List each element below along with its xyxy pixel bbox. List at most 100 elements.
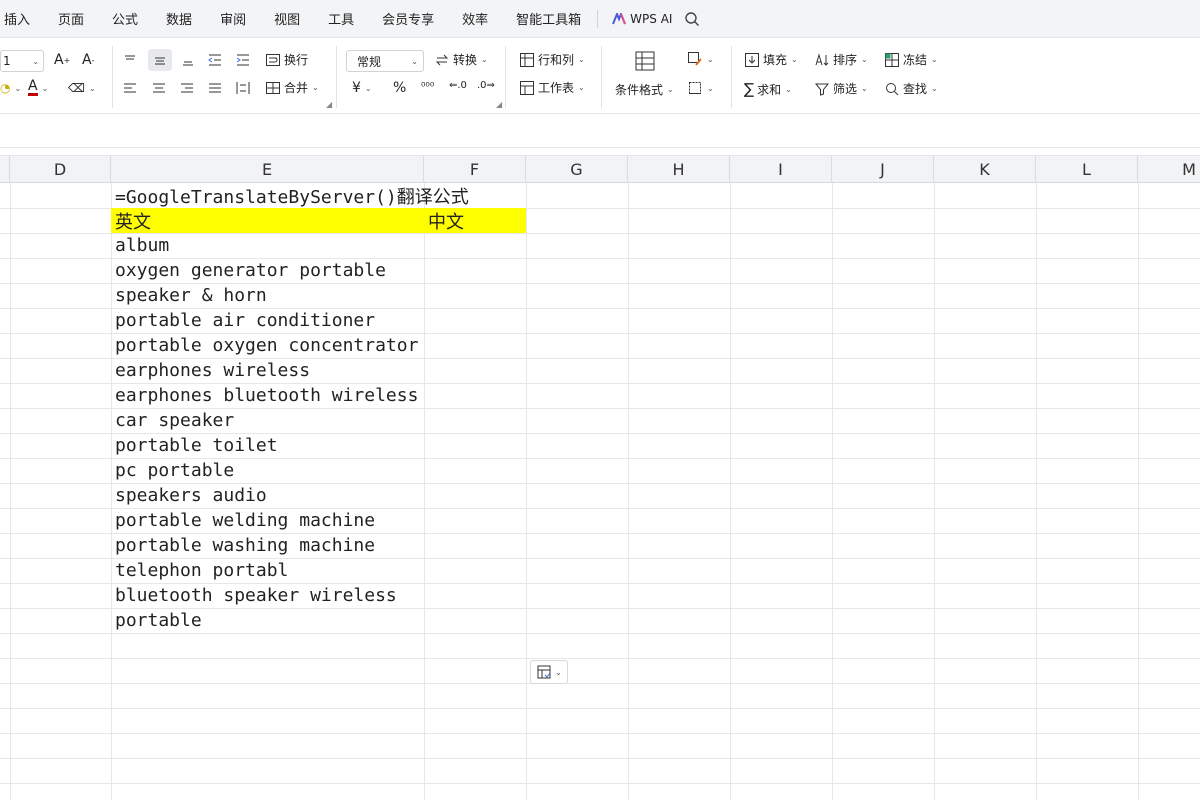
column-header-d[interactable]: D xyxy=(10,156,111,183)
wrap-text-label: 换行 xyxy=(284,53,309,67)
sum-button[interactable]: ∑ 求和 ⌄ xyxy=(744,80,792,98)
column-header-e[interactable]: E xyxy=(111,156,424,183)
menu-view[interactable]: 视图 xyxy=(260,9,314,28)
sort-button[interactable]: 排序 ⌄ xyxy=(814,51,868,68)
menu-smart-toolbox[interactable]: 智能工具箱 xyxy=(502,9,595,28)
fill-button[interactable]: 填充 ⌄ xyxy=(744,51,798,68)
english-term-cell[interactable]: portable toilet xyxy=(111,433,531,458)
english-term-cell[interactable]: speakers audio xyxy=(111,483,531,508)
increase-font-button[interactable]: A + xyxy=(54,52,70,68)
ribbon-divider xyxy=(731,46,732,108)
wps-ai-logo-icon xyxy=(612,12,627,24)
column-header-m[interactable]: M xyxy=(1138,156,1200,183)
menu-formula[interactable]: 公式 xyxy=(98,9,152,28)
convert-icon xyxy=(435,54,449,65)
chevron-down-icon: ⌄ xyxy=(555,667,562,677)
english-term-cell[interactable]: earphones wireless xyxy=(111,358,531,383)
thousands-button[interactable]: ⁰⁰⁰ xyxy=(421,80,434,93)
border-button[interactable]: ⌄ xyxy=(687,80,714,96)
rows-cols-icon xyxy=(520,52,534,67)
column-header-f[interactable]: F xyxy=(424,156,526,183)
cell-style-button[interactable]: ⌄ xyxy=(687,51,714,67)
font-color-button[interactable]: A ⌄ xyxy=(28,79,48,96)
column-header-k[interactable]: K xyxy=(934,156,1036,183)
eraser-icon: ⌫ xyxy=(68,81,85,95)
merge-button[interactable]: 合并 ⌄ xyxy=(265,79,319,96)
expand-corner-icon[interactable]: ◢ xyxy=(326,100,332,109)
find-icon xyxy=(886,82,899,95)
column-header-h[interactable]: H xyxy=(628,156,730,183)
align-middle-button[interactable] xyxy=(148,49,172,71)
wps-ai-button[interactable]: WPS AI xyxy=(606,12,678,26)
english-term-cell[interactable]: car speaker xyxy=(111,408,531,433)
highlight-button[interactable]: ◔ ⌄ xyxy=(0,81,21,95)
column-header-g[interactable]: G xyxy=(526,156,628,183)
english-term-cell[interactable]: portable oxygen concentrator xyxy=(111,333,531,358)
header-english-cell[interactable]: 英文 xyxy=(111,208,424,233)
cond-format-button[interactable]: 条件格式 ⌄ xyxy=(615,81,674,98)
menu-insert[interactable]: 插入 xyxy=(0,9,44,28)
english-term-cell[interactable]: earphones bluetooth wireless xyxy=(111,383,531,408)
currency-button[interactable]: ¥ ⌄ xyxy=(352,80,372,96)
increase-decimal-button[interactable]: ⇐.0 xyxy=(449,80,467,91)
expand-corner-icon[interactable]: ◢ xyxy=(496,100,502,109)
percent-button[interactable]: % xyxy=(393,80,406,96)
grid-line xyxy=(0,683,1200,684)
search-icon[interactable] xyxy=(684,11,700,27)
cond-format-icon-button[interactable] xyxy=(634,50,656,72)
worksheet-button[interactable]: 工作表 ⌄ xyxy=(519,79,585,96)
percent-icon: % xyxy=(393,80,407,96)
english-term-cell[interactable]: album xyxy=(111,233,531,258)
align-bottom-button[interactable] xyxy=(180,52,196,68)
font-size-select[interactable]: 1 ⌄ xyxy=(0,50,44,72)
decrease-indent-button[interactable] xyxy=(207,52,223,68)
chevron-down-icon: ⌄ xyxy=(931,55,938,64)
sum-label: 求和 xyxy=(757,82,782,97)
column-header-l[interactable]: L xyxy=(1036,156,1138,183)
menu-efficiency[interactable]: 效率 xyxy=(448,9,502,28)
grid-line xyxy=(1138,183,1139,800)
column-header-c-partial[interactable] xyxy=(0,156,10,183)
english-term-cell[interactable]: portable washing machine xyxy=(111,533,531,558)
freeze-button[interactable]: 冻结 ⌄ xyxy=(884,51,938,68)
convert-label: 转换 xyxy=(453,53,478,67)
increase-indent-button[interactable] xyxy=(235,52,251,68)
convert-button[interactable]: 转换 ⌄ xyxy=(434,51,488,68)
english-term-cell[interactable]: portable air conditioner xyxy=(111,308,531,333)
menu-page[interactable]: 页面 xyxy=(44,9,98,28)
menu-data[interactable]: 数据 xyxy=(152,9,206,28)
english-term-cell[interactable]: pc portable xyxy=(111,458,531,483)
clear-format-button[interactable]: ⌫ ⌄ xyxy=(68,81,96,95)
formula-bar[interactable] xyxy=(0,114,1200,148)
decrease-font-button[interactable]: A- xyxy=(82,52,94,68)
number-format-select[interactable]: 常规 ⌄ xyxy=(346,50,424,72)
find-button[interactable]: 查找 ⌄ xyxy=(884,80,938,97)
spreadsheet-grid[interactable]: =GoogleTranslateByServer()翻译公式 英文 中文 alb… xyxy=(0,183,1200,800)
english-term-cell[interactable]: speaker & horn xyxy=(111,283,531,308)
column-header-i[interactable]: I xyxy=(730,156,832,183)
english-term-cell[interactable]: oxygen generator portable xyxy=(111,258,531,283)
chevron-down-icon: ⌄ xyxy=(312,83,319,92)
formula-note-cell[interactable]: =GoogleTranslateByServer()翻译公式 xyxy=(111,183,531,208)
decrease-decimal-button[interactable]: .0⇒ xyxy=(477,80,495,91)
header-chinese-cell[interactable]: 中文 xyxy=(424,208,526,233)
align-right-button[interactable] xyxy=(179,80,195,96)
menu-tools[interactable]: 工具 xyxy=(314,9,368,28)
align-left-button[interactable] xyxy=(122,80,138,96)
distribute-button[interactable] xyxy=(235,80,251,96)
english-term-cell[interactable]: portable welding machine xyxy=(111,508,531,533)
menu-review[interactable]: 审阅 xyxy=(206,9,260,28)
align-center-button[interactable] xyxy=(151,80,167,96)
english-term-cell[interactable]: portable xyxy=(111,608,531,633)
english-term-cell[interactable]: telephon portabl xyxy=(111,558,531,583)
menu-member[interactable]: 会员专享 xyxy=(368,9,448,28)
align-top-button[interactable] xyxy=(122,52,138,68)
column-header-j[interactable]: J xyxy=(832,156,934,183)
align-right-icon xyxy=(181,83,193,93)
english-term-cell[interactable]: bluetooth speaker wireless xyxy=(111,583,531,608)
filter-button[interactable]: 筛选 ⌄ xyxy=(814,80,868,97)
paste-options-button[interactable]: ⌄ xyxy=(530,660,568,684)
rows-cols-button[interactable]: 行和列 ⌄ xyxy=(519,51,585,68)
wrap-text-button[interactable]: 换行 xyxy=(265,51,308,68)
justify-button[interactable] xyxy=(207,80,223,96)
